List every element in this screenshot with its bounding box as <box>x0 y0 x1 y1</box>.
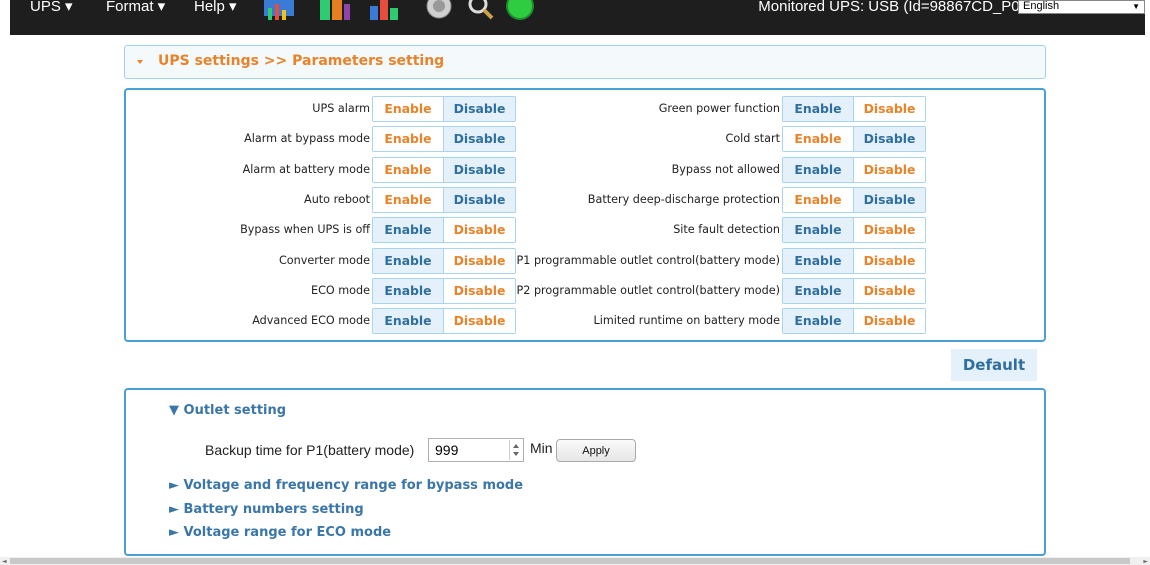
enable-disable-toggle: Enable Disable <box>782 247 926 274</box>
eco-voltage-section[interactable]: ► Voltage range for ECO mode <box>169 525 391 540</box>
param-label: P2 programmable outlet control(battery m… <box>516 283 780 297</box>
apply-button[interactable]: Apply <box>556 439 636 462</box>
enable-disable-toggle: Enable Disable <box>782 217 926 244</box>
enable-disable-toggle: Enable Disable <box>782 156 926 183</box>
menu-ups[interactable]: UPS ▾ <box>30 0 73 14</box>
top-menubar: UPS ▾ Format ▾ Help ▾ Monitored UPS: USB… <box>10 0 1145 35</box>
disable-button[interactable]: Disable <box>854 248 925 273</box>
enable-button[interactable]: Enable <box>783 97 854 121</box>
param-row: Site fault detection Enable Disable <box>126 217 1046 244</box>
horizontal-scrollbar[interactable]: ◄ ► <box>0 557 1150 565</box>
param-label: Limited runtime on battery mode <box>593 314 781 328</box>
chevron-down-icon: ▼ <box>1132 2 1140 11</box>
green-circle-icon[interactable] <box>506 0 536 22</box>
enable-disable-toggle: Enable Disable <box>782 277 926 304</box>
enable-disable-toggle: Enable Disable <box>782 96 926 122</box>
disable-button[interactable]: Disable <box>854 278 925 303</box>
param-label: Cold start <box>725 132 780 146</box>
param-row: Bypass not allowed Enable Disable <box>126 156 1046 183</box>
number-spinner[interactable] <box>509 440 521 460</box>
section-header: UPS settings >> Parameters setting <box>124 45 1046 79</box>
param-row: Battery deep-discharge protection Enable D… <box>126 186 1046 213</box>
enable-disable-toggle: Enable Disable <box>782 186 926 213</box>
spinner-down-icon[interactable] <box>513 452 519 456</box>
param-label: Bypass not allowed <box>671 162 780 176</box>
bar-chart-icon[interactable] <box>368 0 404 22</box>
parameters-panel: UPS alarm Enable Disable Alarm at bypass mo… <box>124 88 1046 342</box>
default-button[interactable]: Default <box>951 349 1037 381</box>
disable-button[interactable]: Disable <box>854 157 925 182</box>
param-row: Limited runtime on battery mode Enable Dis… <box>126 308 1046 335</box>
scrollbar-thumb[interactable] <box>10 558 1130 564</box>
gauge-icon[interactable] <box>424 0 454 22</box>
param-label: Green power function <box>658 102 780 115</box>
search-icon[interactable] <box>466 0 496 22</box>
enable-button[interactable]: Enable <box>783 218 854 243</box>
enable-button[interactable]: Enable <box>783 127 854 152</box>
section-title: UPS settings >> Parameters setting <box>158 53 445 69</box>
param-row: P1 programmable outlet control(battery m… <box>126 247 1046 274</box>
param-label: Site fault detection <box>673 223 780 237</box>
battery-numbers-section[interactable]: ► Battery numbers setting <box>169 502 364 517</box>
enable-disable-toggle: Enable Disable <box>782 308 926 335</box>
language-select[interactable]: English ▼ <box>1018 0 1145 14</box>
unit-label: Min <box>530 440 553 456</box>
param-label: P1 programmable outlet control(battery m… <box>516 253 780 267</box>
language-value: English <box>1023 0 1060 12</box>
spinner-up-icon[interactable] <box>513 444 519 448</box>
disable-button[interactable]: Disable <box>854 309 925 334</box>
enable-button[interactable]: Enable <box>783 157 854 182</box>
enable-disable-toggle: Enable Disable <box>782 126 926 153</box>
enable-button[interactable]: Enable <box>783 309 854 334</box>
param-label: Battery deep-discharge protection <box>587 192 780 206</box>
menu-help[interactable]: Help ▾ <box>194 0 237 14</box>
scroll-right-icon[interactable]: ► <box>1143 558 1148 565</box>
caret-down-icon <box>137 60 143 64</box>
battery-icon[interactable] <box>316 0 352 22</box>
disable-button[interactable]: Disable <box>854 127 925 152</box>
scroll-left-icon[interactable]: ◄ <box>2 558 7 565</box>
monitored-ups-text: Monitored UPS: USB (Id=98867CD_P01) <box>758 0 1033 15</box>
outlet-setting-heading[interactable]: ▼ Outlet setting <box>169 403 286 418</box>
outlet-panel: ▼ Outlet setting Backup time for P1(batt… <box>124 388 1046 556</box>
bypass-range-section[interactable]: ► Voltage and frequency range for bypass… <box>169 478 523 493</box>
param-row: Cold start Enable Disable <box>126 126 1046 153</box>
param-row: P2 programmable outlet control(battery m… <box>126 277 1046 304</box>
backup-time-label: Backup time for P1(battery mode) <box>205 442 415 458</box>
enable-button[interactable]: Enable <box>783 278 854 303</box>
chart-icon[interactable] <box>262 0 298 22</box>
enable-button[interactable]: Enable <box>783 248 854 273</box>
disable-button[interactable]: Disable <box>854 187 925 212</box>
disable-button[interactable]: Disable <box>854 97 925 121</box>
disable-button[interactable]: Disable <box>854 218 925 243</box>
menu-format[interactable]: Format ▾ <box>106 0 165 14</box>
enable-button[interactable]: Enable <box>783 187 854 212</box>
param-row: Green power function Enable Disable <box>126 96 1046 122</box>
